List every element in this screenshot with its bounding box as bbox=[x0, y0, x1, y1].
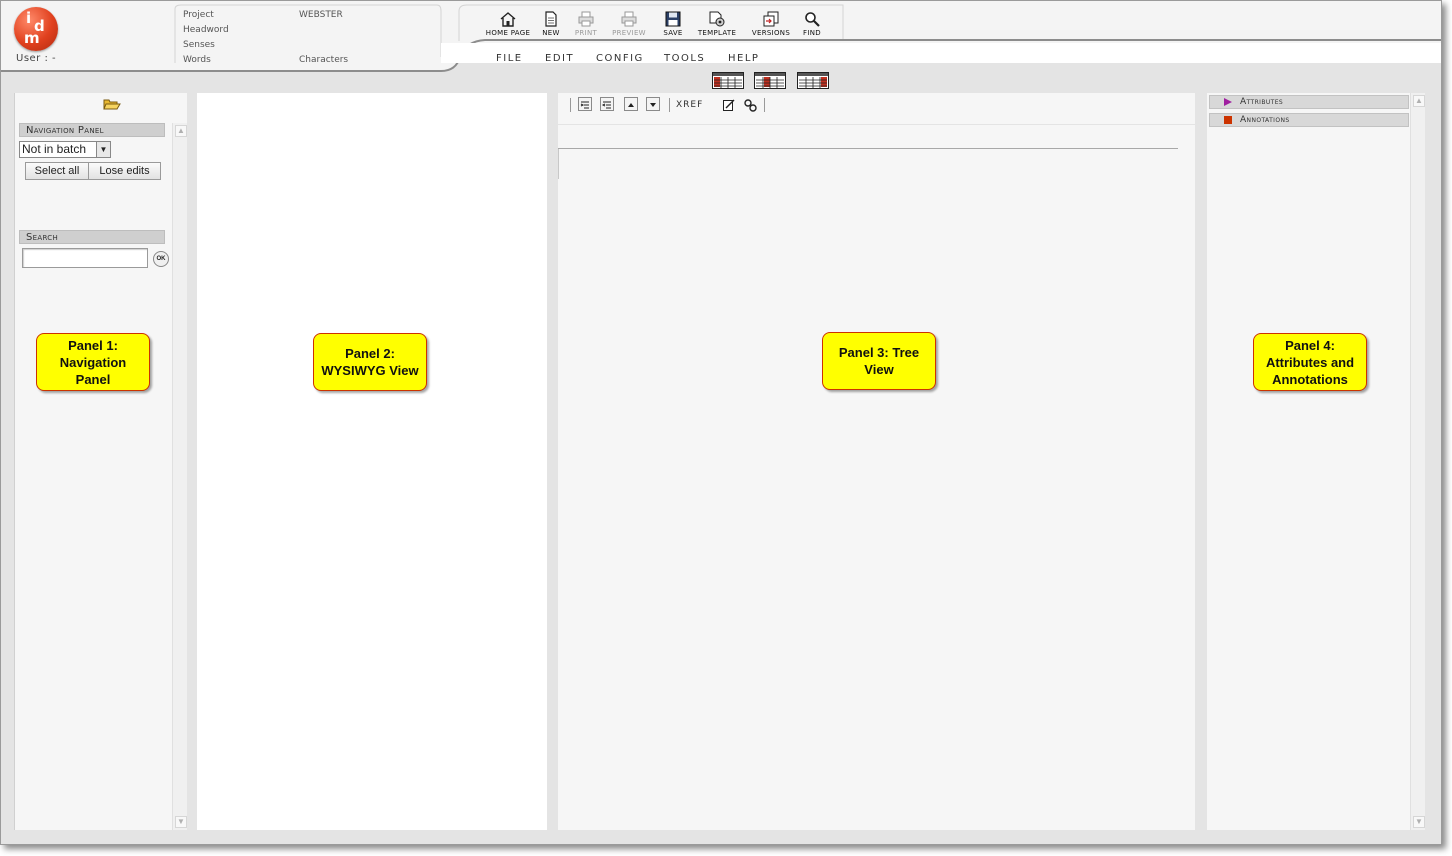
print-label: PRINT bbox=[574, 29, 598, 37]
batch-select-value: Not in batch bbox=[22, 142, 87, 156]
layout-2-icon[interactable] bbox=[754, 72, 786, 89]
attributes-label: Attributes bbox=[1240, 97, 1284, 107]
attributes-header[interactable]: Attributes bbox=[1209, 95, 1409, 109]
indent-out-icon bbox=[601, 101, 611, 109]
callout-panel-1: Panel 1: Navigation Panel bbox=[36, 333, 150, 391]
search-title: Search bbox=[19, 230, 165, 244]
versions-label: VERSIONS bbox=[751, 29, 791, 37]
new-document-icon bbox=[545, 11, 557, 27]
toolbar-separator bbox=[570, 98, 571, 112]
save-label: SAVE bbox=[663, 29, 683, 37]
template-button[interactable]: TEMPLATE bbox=[693, 11, 741, 37]
annotations-label: Annotations bbox=[1240, 115, 1290, 125]
tree-divider bbox=[558, 149, 559, 179]
xref-button[interactable]: XREF bbox=[676, 100, 703, 110]
search-ok-button[interactable]: OK bbox=[153, 251, 169, 267]
batch-select[interactable]: Not in batch ▼ bbox=[19, 141, 111, 158]
chevron-down-icon[interactable]: ▼ bbox=[96, 142, 110, 157]
home-page-label: HOME PAGE bbox=[485, 29, 531, 37]
home-icon bbox=[500, 12, 516, 27]
tree-divider bbox=[558, 148, 1178, 149]
tree-view-panel[interactable]: XREF bbox=[558, 93, 1195, 830]
attributes-annotations-panel: Attributes Annotations ▲ ▼ bbox=[1207, 93, 1425, 830]
move-up-button[interactable] bbox=[624, 97, 638, 111]
main-toolbar: HOME PAGE NEW PRINT PREVIEW SAVE TEMPLAT… bbox=[461, 5, 843, 41]
move-up-icon bbox=[628, 103, 634, 107]
scroll-down-icon[interactable]: ▼ bbox=[1413, 816, 1425, 828]
navigation-panel: ▲ ▼ Navigation Panel Not in batch ▼ Sele… bbox=[14, 93, 187, 830]
find-label: FIND bbox=[803, 29, 821, 37]
preview-button[interactable]: PREVIEW bbox=[607, 11, 651, 37]
navigation-scrollbar[interactable]: ▲ ▼ bbox=[172, 123, 187, 830]
template-label: TEMPLATE bbox=[697, 29, 737, 37]
preview-label: PREVIEW bbox=[612, 29, 646, 37]
search-input[interactable] bbox=[22, 248, 148, 268]
print-button[interactable]: PRINT bbox=[569, 11, 603, 37]
menu-help[interactable]: HELP bbox=[728, 53, 759, 64]
callout-panel-2: Panel 2: WYSIWYG View bbox=[313, 333, 427, 391]
open-folder-icon[interactable] bbox=[103, 97, 121, 111]
navigation-panel-title: Navigation Panel bbox=[19, 123, 165, 137]
tree-divider bbox=[558, 124, 1195, 125]
floppy-disk-icon bbox=[665, 11, 681, 27]
save-button[interactable]: SAVE bbox=[659, 11, 687, 37]
template-gear-icon bbox=[709, 11, 725, 27]
user-label: User : - bbox=[16, 53, 57, 64]
printer-icon bbox=[578, 11, 594, 27]
indent-in-button[interactable] bbox=[578, 97, 592, 111]
versions-button[interactable]: VERSIONS bbox=[747, 11, 795, 37]
layout-1-icon[interactable] bbox=[712, 72, 744, 89]
link-icon[interactable] bbox=[743, 98, 759, 112]
senses-label: Senses bbox=[183, 40, 215, 50]
home-page-button[interactable]: HOME PAGE bbox=[481, 11, 535, 37]
entry-info-box: Project WEBSTER Headword Senses Words Ch… bbox=[175, 5, 440, 67]
scroll-up-icon[interactable]: ▲ bbox=[175, 125, 187, 137]
callout-panel-3: Panel 3: Tree View bbox=[822, 332, 936, 390]
move-down-button[interactable] bbox=[646, 97, 660, 111]
app-window: i d m User : - Project WEBSTER Headword … bbox=[0, 0, 1442, 845]
annotation-square-icon bbox=[1224, 116, 1232, 124]
indent-out-button[interactable] bbox=[600, 97, 614, 111]
app-logo: i d m bbox=[14, 7, 58, 51]
new-button[interactable]: NEW bbox=[539, 11, 563, 37]
attributes-scrollbar[interactable]: ▲ ▼ bbox=[1410, 93, 1425, 830]
menu-edit[interactable]: EDIT bbox=[545, 53, 574, 64]
scroll-up-icon[interactable]: ▲ bbox=[1413, 95, 1425, 107]
tree-toolbar: XREF bbox=[570, 96, 870, 114]
toolbar-separator bbox=[764, 98, 765, 112]
versions-icon bbox=[763, 11, 779, 27]
layout-3-icon[interactable] bbox=[797, 72, 829, 89]
find-button[interactable]: FIND bbox=[799, 11, 825, 37]
characters-label: Characters bbox=[299, 55, 349, 65]
menu-tools[interactable]: TOOLS bbox=[664, 53, 705, 64]
wysiwyg-view-panel[interactable] bbox=[197, 93, 547, 830]
project-value: WEBSTER bbox=[299, 10, 343, 20]
new-label: NEW bbox=[542, 29, 560, 37]
indent-in-icon bbox=[580, 101, 589, 109]
words-label: Words bbox=[183, 55, 211, 65]
print-preview-icon bbox=[621, 11, 637, 27]
project-label: Project bbox=[183, 10, 214, 20]
lose-edits-button[interactable]: Lose edits bbox=[88, 162, 161, 180]
move-down-icon bbox=[650, 103, 656, 107]
magnifier-icon bbox=[805, 12, 820, 27]
annotations-header[interactable]: Annotations bbox=[1209, 113, 1409, 127]
scroll-down-icon[interactable]: ▼ bbox=[175, 816, 187, 828]
headword-label: Headword bbox=[183, 25, 229, 35]
menu-file[interactable]: FILE bbox=[496, 53, 523, 64]
select-all-button[interactable]: Select all bbox=[25, 162, 89, 180]
callout-panel-4: Panel 4: Attributes and Annotations bbox=[1253, 333, 1367, 391]
menu-config[interactable]: CONFIG bbox=[596, 53, 644, 64]
edit-note-icon[interactable] bbox=[722, 98, 736, 112]
expand-triangle-icon bbox=[1224, 98, 1232, 106]
toolbar-separator bbox=[669, 98, 670, 112]
